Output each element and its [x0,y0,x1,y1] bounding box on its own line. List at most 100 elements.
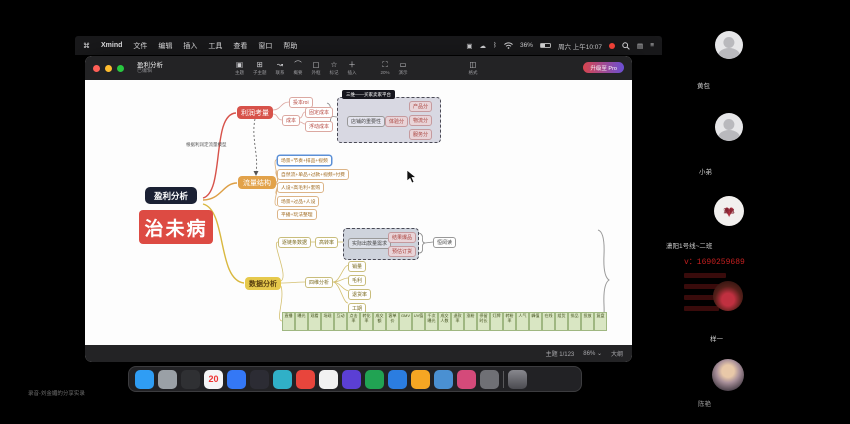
flow-item-node[interactable]: 场景+节奏+排品+视频 [277,155,332,166]
present-button[interactable]: ▭演示 [399,61,408,76]
menu-edit[interactable]: 编辑 [158,41,172,51]
list-icon[interactable]: ≡ [650,42,654,49]
relationship-label[interactable]: 根据利润定流量模型 [186,142,227,148]
metrics-table-cell[interactable]: 成交人数 [438,312,451,331]
zen-mode-button[interactable]: ⛶20% [381,61,390,76]
dock-icon[interactable] [250,370,269,389]
apple-menu-icon[interactable]: ⌘ [83,42,90,50]
dock-icon[interactable] [319,370,338,389]
cost-child-node[interactable]: 固定成本 [305,107,333,118]
four-dim-child-node[interactable]: 毛利 [348,275,366,286]
experience-child-node[interactable]: 服务分 [409,129,432,140]
metrics-table-cell[interactable]: 灯牌 [490,312,503,331]
topic-button[interactable]: ▣主题 [235,61,244,76]
dock-icon[interactable] [457,370,476,389]
wifi-icon[interactable] [504,42,513,49]
menu-tools[interactable]: 工具 [208,41,222,51]
avatar-photo-woman[interactable] [712,359,744,391]
metrics-table-cell[interactable]: 投放 [581,312,594,331]
menu-file[interactable]: 文件 [133,41,147,51]
node-high-conversion[interactable]: 高转率 [315,237,338,248]
volume-child-node[interactable]: 预估订货 [388,246,416,257]
outline-toggle[interactable]: 大纲 [611,349,623,358]
metrics-table-cell[interactable]: 转粉率 [503,312,516,331]
metrics-table-cell[interactable]: GMV [399,312,412,331]
volume-child-node[interactable]: 结果爆品 [388,232,416,243]
four-dim-child-node[interactable]: 销量 [348,261,366,272]
search-icon[interactable] [622,42,630,50]
format-button[interactable]: ◫格式 [469,61,478,76]
menubar-clock[interactable]: 周六 上午10:07 [558,41,602,51]
metrics-table-cell[interactable]: 在线 [542,312,555,331]
metrics-table-cell[interactable]: 排品 [568,312,581,331]
metrics-table-cell[interactable]: 成交额 [373,312,386,331]
metrics-table-cell[interactable]: 退款率 [451,312,464,331]
dock-icon[interactable] [434,370,453,389]
dock-icon[interactable] [388,370,407,389]
mindmap-canvas[interactable]: 盈利分析 治未病 利润考量 投本roi 成本 固定成本浮动成本 三维——买家卖家… [85,80,632,345]
metrics-table-cell[interactable]: 点击率 [347,312,360,331]
metrics-table-cell[interactable]: 组货 [555,312,568,331]
node-experience-score[interactable]: 体验分 [385,116,408,127]
screen-mirroring-icon[interactable]: ▣ [466,42,472,50]
metrics-table-cell[interactable]: 曝光 [295,312,308,331]
metrics-table-cell[interactable]: 停留时长 [477,312,490,331]
boundary-button[interactable]: ▢外框 [312,61,321,76]
metrics-table-cell[interactable]: 场观 [321,312,334,331]
metrics-table-cell[interactable]: 涨粉 [464,312,477,331]
flow-item-node[interactable]: 人设+高毛利+套购 [277,182,324,193]
metrics-table-cell[interactable]: 客单价 [386,312,399,331]
menu-app-name[interactable]: Xmind [101,42,122,49]
node-actual-volume[interactable]: 实际出款量需求 [348,238,391,249]
metrics-table-cell[interactable]: 互动 [334,312,347,331]
marker-button[interactable]: ☆标记 [330,61,339,76]
avatar-default-1[interactable] [715,31,743,59]
dock-icon[interactable] [411,370,430,389]
branch-flow-node[interactable]: 流量结构 [238,176,276,189]
profit-group-title[interactable]: 三维——买家卖家平台 [342,90,395,99]
metrics-table-cell[interactable]: 人气 [516,312,529,331]
zoom-level[interactable]: 86% ⌄ [583,350,602,357]
dock-icon[interactable] [480,370,499,389]
maximize-window-button[interactable] [117,65,124,72]
experience-child-node[interactable]: 产品分 [409,101,432,112]
menu-insert[interactable]: 插入 [183,41,197,51]
metrics-table-cell[interactable]: UV值 [412,312,425,331]
menu-view[interactable]: 查看 [233,41,247,51]
dock-icon[interactable] [365,370,384,389]
cloud-icon[interactable]: ☁ [480,42,487,50]
dock-icon[interactable] [158,370,177,389]
node-summary-read[interactable]: 恒阅读 [433,237,456,248]
close-window-button[interactable] [93,65,100,72]
mindmap-slogan-node[interactable]: 治未病 [139,210,213,244]
control-center-icon[interactable]: ▤ [637,42,643,50]
flow-item-node[interactable]: 场景+过品+人设 [277,196,319,207]
metrics-table-cell[interactable]: 转化率 [360,312,373,331]
insert-button[interactable]: ＋插入 [348,61,357,76]
dock-icon[interactable]: 20 [204,370,223,389]
upgrade-pro-button[interactable]: 升级至 Pro [583,62,624,73]
dock-icon[interactable] [342,370,361,389]
trash-icon[interactable] [508,370,527,389]
flow-item-node[interactable]: 平播+玩法整理 [277,209,317,220]
cost-child-node[interactable]: 浮动成本 [305,121,333,132]
branch-profit-node[interactable]: 利润考量 [237,106,273,119]
avatar-default-2[interactable] [715,113,743,141]
summary-button[interactable]: ⌒概要 [294,61,303,76]
metrics-table-cell[interactable]: 直播 [282,312,295,331]
menu-window[interactable]: 窗口 [258,41,272,51]
branch-data-node[interactable]: 数据分析 [245,277,281,290]
dock-icon[interactable] [227,370,246,389]
dock-icon[interactable] [296,370,315,389]
subtopic-button[interactable]: ⊞子主题 [253,61,267,76]
avatar-heart[interactable]: ♥ 潇包 [714,196,744,226]
menu-help[interactable]: 帮助 [283,41,297,51]
node-chain-data[interactable]: 逐链条数据 [278,237,311,248]
metrics-table-cell[interactable]: 千次曝光 [425,312,438,331]
bluetooth-icon[interactable]: ᛒ [493,42,497,49]
dock-icon[interactable] [181,370,200,389]
metrics-table-cell[interactable]: 复盘 [594,312,607,331]
minimize-window-button[interactable] [105,65,112,72]
metrics-table-cell[interactable]: 峰值 [529,312,542,331]
node-shop-importance[interactable]: 店铺的重要性 [347,116,385,127]
